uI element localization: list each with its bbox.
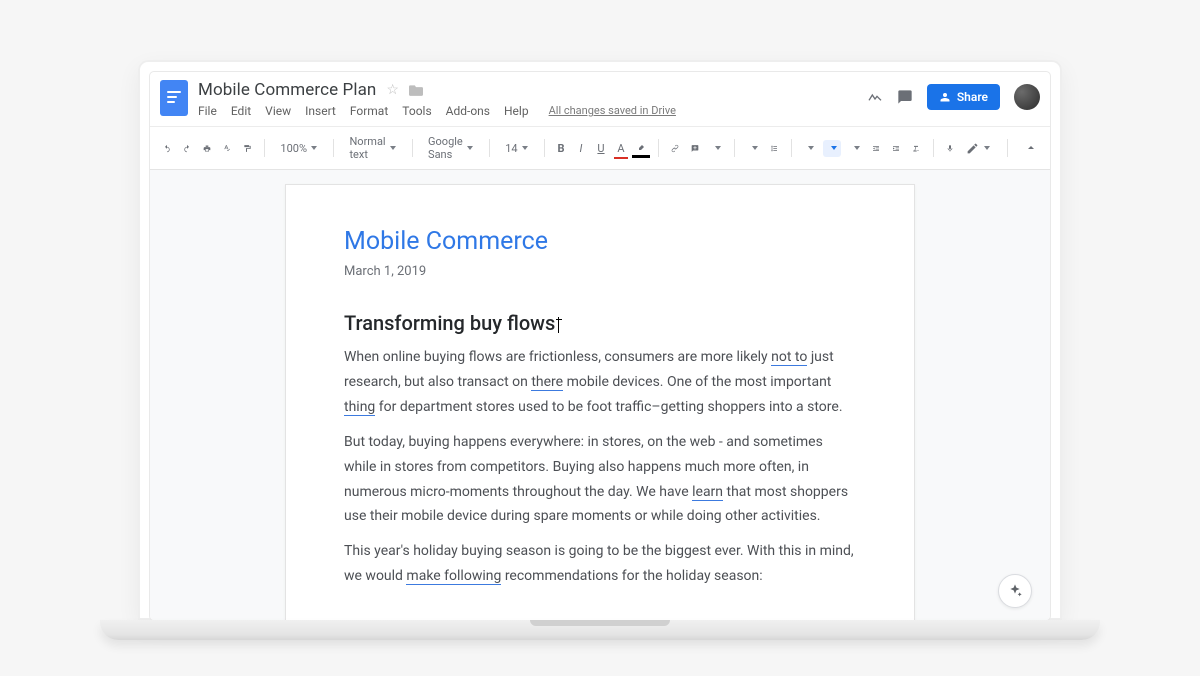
doc-title-heading[interactable]: Mobile Commerce [344, 227, 856, 256]
share-button[interactable]: Share [927, 84, 1000, 110]
menu-edit[interactable]: Edit [231, 104, 251, 118]
menu-tools[interactable]: Tools [402, 104, 431, 118]
laptop-frame: Mobile Commerce Plan ☆ File Edit View In… [138, 60, 1062, 620]
doc-paragraph-1[interactable]: When online buying flows are frictionles… [344, 345, 856, 420]
font-select[interactable]: Google Sans [422, 133, 479, 163]
document-page[interactable]: Mobile Commerce March 1, 2019 Transformi… [285, 184, 915, 620]
indent-decrease-button[interactable] [869, 140, 883, 157]
spellcheck-button[interactable] [220, 140, 234, 157]
menubar: File Edit View Insert Format Tools Add-o… [198, 104, 857, 118]
menu-format[interactable]: Format [350, 104, 388, 118]
activity-icon[interactable] [867, 89, 883, 105]
menu-addons[interactable]: Add-ons [446, 104, 490, 118]
italic-button[interactable]: I [574, 140, 588, 157]
doc-section-heading[interactable]: Transforming buy flows [344, 311, 856, 335]
paint-format-button[interactable] [240, 140, 254, 157]
save-status[interactable]: All changes saved in Drive [549, 104, 676, 118]
editing-mode-button[interactable] [963, 140, 993, 157]
redo-button[interactable] [180, 140, 194, 157]
grammar-suggestion[interactable]: there [531, 374, 563, 391]
doc-paragraph-3[interactable]: This year's holiday buying season is goi… [344, 539, 856, 589]
app-window: Mobile Commerce Plan ☆ File Edit View In… [150, 72, 1050, 620]
highlight-color-button[interactable] [634, 140, 648, 156]
paragraph-style-select[interactable]: Normal text [343, 133, 401, 163]
text-color-button[interactable]: A [614, 140, 628, 157]
hide-menus-button[interactable] [1022, 140, 1040, 156]
numbered-list-button[interactable] [847, 140, 863, 157]
voice-typing-button[interactable] [943, 140, 957, 157]
laptop-base [100, 620, 1100, 640]
line-spacing-button[interactable] [767, 140, 781, 157]
share-button-label: Share [957, 90, 988, 104]
doc-paragraph-2[interactable]: But today, buying happens everywhere: in… [344, 430, 856, 530]
clear-formatting-button[interactable] [909, 140, 923, 157]
grammar-suggestion[interactable]: make following [406, 568, 501, 585]
grammar-suggestion[interactable]: learn [692, 484, 723, 501]
star-icon[interactable]: ☆ [386, 82, 399, 98]
comments-icon[interactable] [897, 89, 913, 105]
underline-button[interactable]: U [594, 140, 608, 157]
insert-image-button[interactable] [708, 140, 724, 157]
zoom-select[interactable]: 100% [274, 140, 323, 157]
account-avatar[interactable] [1014, 84, 1040, 110]
toolbar: 100% Normal text Google Sans 14 B I U A [150, 126, 1050, 170]
checklist-button[interactable] [801, 140, 817, 157]
print-button[interactable] [200, 140, 214, 157]
align-button[interactable] [745, 140, 761, 157]
menu-insert[interactable]: Insert [305, 104, 336, 118]
grammar-suggestion[interactable]: thing [344, 399, 375, 416]
explore-button[interactable] [998, 574, 1032, 608]
move-folder-icon[interactable] [409, 84, 423, 96]
font-size-select[interactable]: 14 [499, 140, 533, 157]
docs-logo-icon[interactable] [160, 80, 188, 116]
menu-help[interactable]: Help [504, 104, 529, 118]
grammar-suggestion[interactable]: not to [771, 349, 807, 366]
menu-view[interactable]: View [265, 104, 291, 118]
insert-comment-button[interactable] [688, 140, 702, 157]
document-title[interactable]: Mobile Commerce Plan [198, 80, 376, 100]
doc-date[interactable]: March 1, 2019 [344, 264, 856, 279]
menu-file[interactable]: File [198, 104, 217, 118]
undo-button[interactable] [160, 140, 174, 157]
indent-increase-button[interactable] [889, 140, 903, 157]
bulleted-list-button[interactable] [823, 140, 841, 157]
bold-button[interactable]: B [554, 140, 568, 157]
insert-link-button[interactable] [668, 140, 682, 157]
document-canvas[interactable]: Mobile Commerce March 1, 2019 Transformi… [150, 170, 1050, 620]
